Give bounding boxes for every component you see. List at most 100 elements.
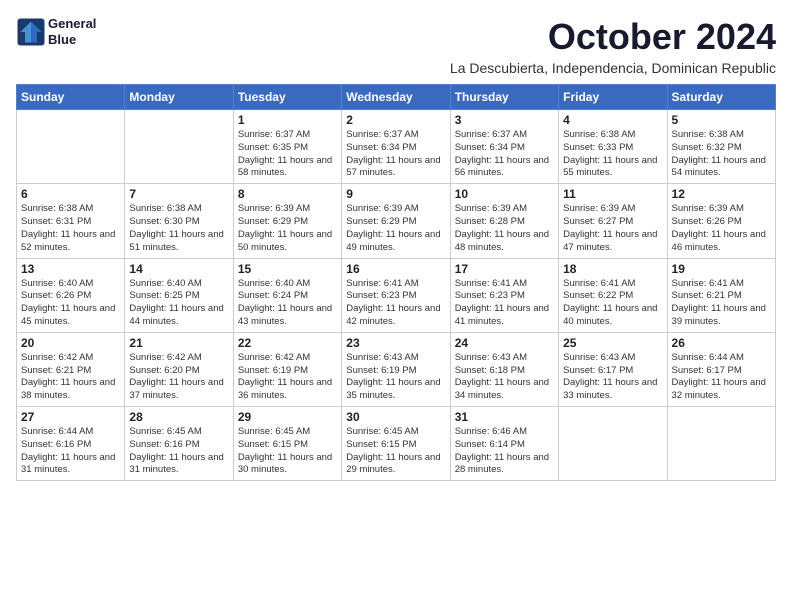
calendar-cell: 12 Sunrise: 6:39 AMSunset: 6:26 PMDaylig… bbox=[667, 184, 775, 258]
day-number: 23 bbox=[346, 336, 445, 350]
day-info: Sunrise: 6:41 AMSunset: 6:23 PMDaylight:… bbox=[346, 278, 445, 329]
calendar-cell: 8 Sunrise: 6:39 AMSunset: 6:29 PMDayligh… bbox=[233, 184, 341, 258]
day-number: 13 bbox=[21, 262, 120, 276]
calendar-cell: 10 Sunrise: 6:39 AMSunset: 6:28 PMDaylig… bbox=[450, 184, 558, 258]
day-info: Sunrise: 6:40 AMSunset: 6:26 PMDaylight:… bbox=[21, 278, 120, 329]
calendar-week-row: 6 Sunrise: 6:38 AMSunset: 6:31 PMDayligh… bbox=[17, 184, 776, 258]
calendar-cell: 29 Sunrise: 6:45 AMSunset: 6:15 PMDaylig… bbox=[233, 407, 341, 481]
calendar-cell: 22 Sunrise: 6:42 AMSunset: 6:19 PMDaylig… bbox=[233, 332, 341, 406]
calendar-cell: 24 Sunrise: 6:43 AMSunset: 6:18 PMDaylig… bbox=[450, 332, 558, 406]
day-number: 18 bbox=[563, 262, 662, 276]
calendar-cell: 23 Sunrise: 6:43 AMSunset: 6:19 PMDaylig… bbox=[342, 332, 450, 406]
month-title: October 2024 bbox=[450, 16, 776, 58]
logo: General Blue bbox=[16, 16, 96, 47]
day-info: Sunrise: 6:41 AMSunset: 6:23 PMDaylight:… bbox=[455, 278, 554, 329]
day-number: 2 bbox=[346, 113, 445, 127]
calendar-week-row: 13 Sunrise: 6:40 AMSunset: 6:26 PMDaylig… bbox=[17, 258, 776, 332]
weekday-header-monday: Monday bbox=[125, 85, 233, 110]
day-info: Sunrise: 6:42 AMSunset: 6:19 PMDaylight:… bbox=[238, 352, 337, 403]
calendar-cell: 1 Sunrise: 6:37 AMSunset: 6:35 PMDayligh… bbox=[233, 110, 341, 184]
weekday-header-saturday: Saturday bbox=[667, 85, 775, 110]
calendar-cell: 11 Sunrise: 6:39 AMSunset: 6:27 PMDaylig… bbox=[559, 184, 667, 258]
calendar-cell: 3 Sunrise: 6:37 AMSunset: 6:34 PMDayligh… bbox=[450, 110, 558, 184]
day-number: 27 bbox=[21, 410, 120, 424]
calendar-cell bbox=[667, 407, 775, 481]
calendar-cell: 5 Sunrise: 6:38 AMSunset: 6:32 PMDayligh… bbox=[667, 110, 775, 184]
calendar-table: SundayMondayTuesdayWednesdayThursdayFrid… bbox=[16, 84, 776, 481]
logo-line1: General bbox=[48, 16, 96, 32]
calendar-cell bbox=[559, 407, 667, 481]
day-info: Sunrise: 6:38 AMSunset: 6:30 PMDaylight:… bbox=[129, 203, 228, 254]
day-number: 26 bbox=[672, 336, 771, 350]
weekday-header-row: SundayMondayTuesdayWednesdayThursdayFrid… bbox=[17, 85, 776, 110]
day-number: 22 bbox=[238, 336, 337, 350]
day-number: 31 bbox=[455, 410, 554, 424]
day-number: 15 bbox=[238, 262, 337, 276]
day-info: Sunrise: 6:44 AMSunset: 6:17 PMDaylight:… bbox=[672, 352, 771, 403]
weekday-header-thursday: Thursday bbox=[450, 85, 558, 110]
day-number: 29 bbox=[238, 410, 337, 424]
logo-icon bbox=[16, 17, 46, 47]
calendar-cell: 31 Sunrise: 6:46 AMSunset: 6:14 PMDaylig… bbox=[450, 407, 558, 481]
day-info: Sunrise: 6:44 AMSunset: 6:16 PMDaylight:… bbox=[21, 426, 120, 477]
title-block: October 2024 La Descubierta, Independenc… bbox=[450, 16, 776, 76]
day-number: 16 bbox=[346, 262, 445, 276]
calendar-cell: 7 Sunrise: 6:38 AMSunset: 6:30 PMDayligh… bbox=[125, 184, 233, 258]
day-info: Sunrise: 6:43 AMSunset: 6:19 PMDaylight:… bbox=[346, 352, 445, 403]
day-number: 11 bbox=[563, 187, 662, 201]
weekday-header-wednesday: Wednesday bbox=[342, 85, 450, 110]
calendar-cell: 25 Sunrise: 6:43 AMSunset: 6:17 PMDaylig… bbox=[559, 332, 667, 406]
day-info: Sunrise: 6:40 AMSunset: 6:24 PMDaylight:… bbox=[238, 278, 337, 329]
calendar-cell bbox=[17, 110, 125, 184]
day-info: Sunrise: 6:41 AMSunset: 6:21 PMDaylight:… bbox=[672, 278, 771, 329]
day-info: Sunrise: 6:46 AMSunset: 6:14 PMDaylight:… bbox=[455, 426, 554, 477]
calendar-cell: 27 Sunrise: 6:44 AMSunset: 6:16 PMDaylig… bbox=[17, 407, 125, 481]
day-info: Sunrise: 6:39 AMSunset: 6:27 PMDaylight:… bbox=[563, 203, 662, 254]
day-number: 5 bbox=[672, 113, 771, 127]
day-number: 12 bbox=[672, 187, 771, 201]
weekday-header-tuesday: Tuesday bbox=[233, 85, 341, 110]
calendar-cell: 16 Sunrise: 6:41 AMSunset: 6:23 PMDaylig… bbox=[342, 258, 450, 332]
day-number: 21 bbox=[129, 336, 228, 350]
calendar-week-row: 20 Sunrise: 6:42 AMSunset: 6:21 PMDaylig… bbox=[17, 332, 776, 406]
calendar-cell: 28 Sunrise: 6:45 AMSunset: 6:16 PMDaylig… bbox=[125, 407, 233, 481]
day-number: 24 bbox=[455, 336, 554, 350]
day-info: Sunrise: 6:45 AMSunset: 6:15 PMDaylight:… bbox=[238, 426, 337, 477]
day-info: Sunrise: 6:39 AMSunset: 6:29 PMDaylight:… bbox=[346, 203, 445, 254]
day-number: 4 bbox=[563, 113, 662, 127]
logo-line2: Blue bbox=[48, 32, 96, 48]
day-info: Sunrise: 6:43 AMSunset: 6:17 PMDaylight:… bbox=[563, 352, 662, 403]
calendar-cell: 9 Sunrise: 6:39 AMSunset: 6:29 PMDayligh… bbox=[342, 184, 450, 258]
day-info: Sunrise: 6:42 AMSunset: 6:21 PMDaylight:… bbox=[21, 352, 120, 403]
day-info: Sunrise: 6:38 AMSunset: 6:33 PMDaylight:… bbox=[563, 129, 662, 180]
day-info: Sunrise: 6:40 AMSunset: 6:25 PMDaylight:… bbox=[129, 278, 228, 329]
day-number: 7 bbox=[129, 187, 228, 201]
day-info: Sunrise: 6:42 AMSunset: 6:20 PMDaylight:… bbox=[129, 352, 228, 403]
day-info: Sunrise: 6:38 AMSunset: 6:32 PMDaylight:… bbox=[672, 129, 771, 180]
day-number: 25 bbox=[563, 336, 662, 350]
day-number: 19 bbox=[672, 262, 771, 276]
day-number: 3 bbox=[455, 113, 554, 127]
day-number: 9 bbox=[346, 187, 445, 201]
day-number: 17 bbox=[455, 262, 554, 276]
day-number: 14 bbox=[129, 262, 228, 276]
page-header: General Blue October 2024 La Descubierta… bbox=[16, 16, 776, 76]
calendar-cell: 13 Sunrise: 6:40 AMSunset: 6:26 PMDaylig… bbox=[17, 258, 125, 332]
day-info: Sunrise: 6:39 AMSunset: 6:28 PMDaylight:… bbox=[455, 203, 554, 254]
day-number: 10 bbox=[455, 187, 554, 201]
day-info: Sunrise: 6:45 AMSunset: 6:15 PMDaylight:… bbox=[346, 426, 445, 477]
day-number: 1 bbox=[238, 113, 337, 127]
day-number: 20 bbox=[21, 336, 120, 350]
day-number: 28 bbox=[129, 410, 228, 424]
day-info: Sunrise: 6:37 AMSunset: 6:34 PMDaylight:… bbox=[346, 129, 445, 180]
day-number: 6 bbox=[21, 187, 120, 201]
day-info: Sunrise: 6:38 AMSunset: 6:31 PMDaylight:… bbox=[21, 203, 120, 254]
calendar-cell: 18 Sunrise: 6:41 AMSunset: 6:22 PMDaylig… bbox=[559, 258, 667, 332]
location: La Descubierta, Independencia, Dominican… bbox=[450, 60, 776, 76]
calendar-cell: 6 Sunrise: 6:38 AMSunset: 6:31 PMDayligh… bbox=[17, 184, 125, 258]
weekday-header-friday: Friday bbox=[559, 85, 667, 110]
day-info: Sunrise: 6:39 AMSunset: 6:26 PMDaylight:… bbox=[672, 203, 771, 254]
calendar-cell bbox=[125, 110, 233, 184]
day-number: 8 bbox=[238, 187, 337, 201]
day-info: Sunrise: 6:39 AMSunset: 6:29 PMDaylight:… bbox=[238, 203, 337, 254]
